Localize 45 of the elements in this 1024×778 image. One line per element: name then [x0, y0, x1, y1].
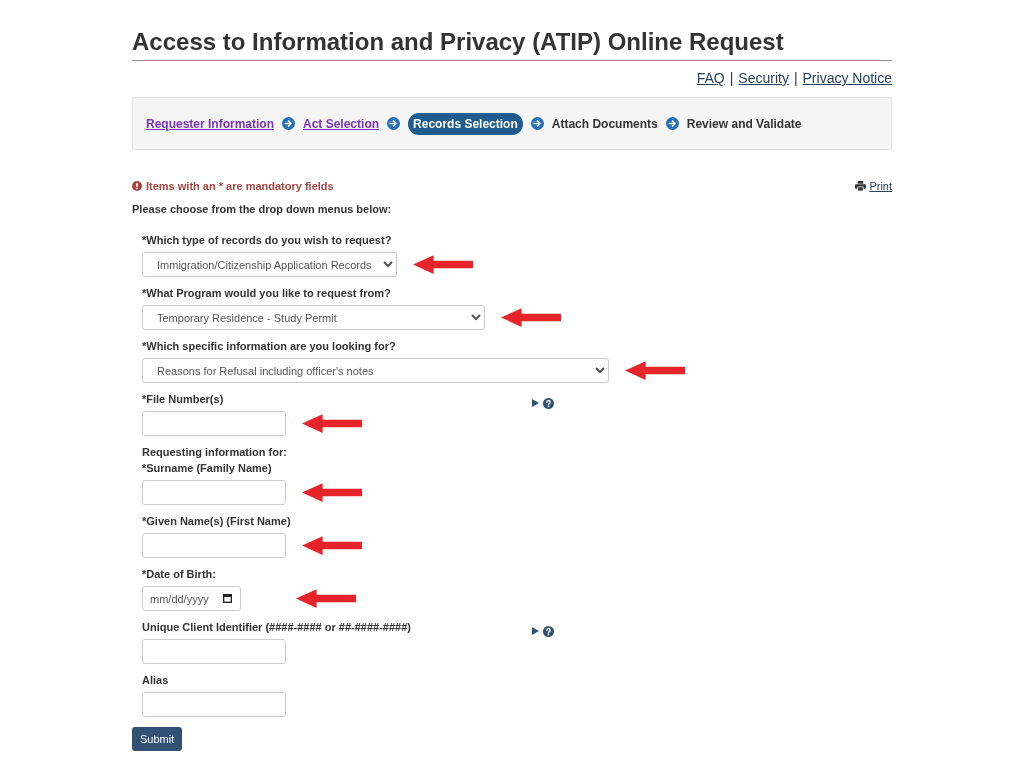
field-label: Alias [142, 673, 169, 688]
link-separator: | [793, 69, 798, 87]
step-label: Review and Validate [686, 115, 802, 132]
section-heading: Requesting information for: [142, 445, 288, 460]
input-field[interactable] [142, 533, 286, 558]
input-field[interactable] [142, 639, 286, 664]
arrow-circle-icon [530, 117, 544, 130]
input-field[interactable] [142, 411, 286, 436]
field-label: *Date of Birth: [142, 567, 216, 582]
dropdown-field[interactable]: Reasons for Refusal including officer's notes [142, 358, 609, 383]
arrow-circle-icon [387, 117, 401, 130]
field-label: Unique Client Identifier (####-#### or ##-####-####) [142, 620, 411, 635]
arrow-circle-icon [665, 117, 679, 130]
expand-triangle-icon[interactable] [532, 399, 539, 407]
dropdown-field[interactable]: Temporary Residence - Study Permit [142, 305, 485, 330]
field-label: *File Number(s) [142, 392, 224, 407]
field-label: *What Program would you like to request from? [142, 286, 391, 301]
arrow-circle-icon [282, 117, 295, 130]
step-link[interactable]: Requester Information [146, 115, 274, 132]
field-label: *Surname (Family Name) [142, 461, 272, 476]
help-icon[interactable] [543, 397, 554, 409]
field-label: *Which type of records do you wish to request? [142, 233, 392, 248]
field-label: *Given Name(s) (First Name) [142, 514, 291, 529]
input-field[interactable] [142, 480, 286, 505]
header-link[interactable]: Privacy Notice [802, 69, 892, 87]
dropdown-field[interactable]: Immigration/Citizenship Application Records [142, 252, 397, 277]
header-link[interactable]: FAQ [696, 69, 725, 87]
exclamation-circle-icon [132, 181, 142, 191]
current-step[interactable]: Records Selection [408, 112, 523, 135]
printer-icon[interactable] [855, 181, 867, 191]
date-field[interactable]: mm/dd/yyyy [142, 586, 241, 611]
step-label: Attach Documents [551, 115, 658, 132]
input-field[interactable] [142, 692, 286, 717]
submit-button[interactable]: Submit [132, 727, 183, 751]
expand-triangle-icon[interactable] [532, 627, 539, 635]
link-separator: | [729, 69, 734, 87]
page-title: Access to Information and Privacy (ATIP) Online Request [132, 27, 785, 57]
instructions-text: Please choose from the drop down menus below: [132, 202, 393, 217]
step-link[interactable]: Act Selection [303, 115, 380, 132]
field-label: *Which specific information are you looking for? [142, 339, 396, 354]
mandatory-notice: Items with an * are mandatory fields [146, 179, 334, 194]
print-link[interactable]: Print [869, 178, 892, 194]
help-icon[interactable] [543, 625, 554, 637]
header-link[interactable]: Security [738, 69, 789, 87]
calendar-icon[interactable] [223, 594, 232, 603]
